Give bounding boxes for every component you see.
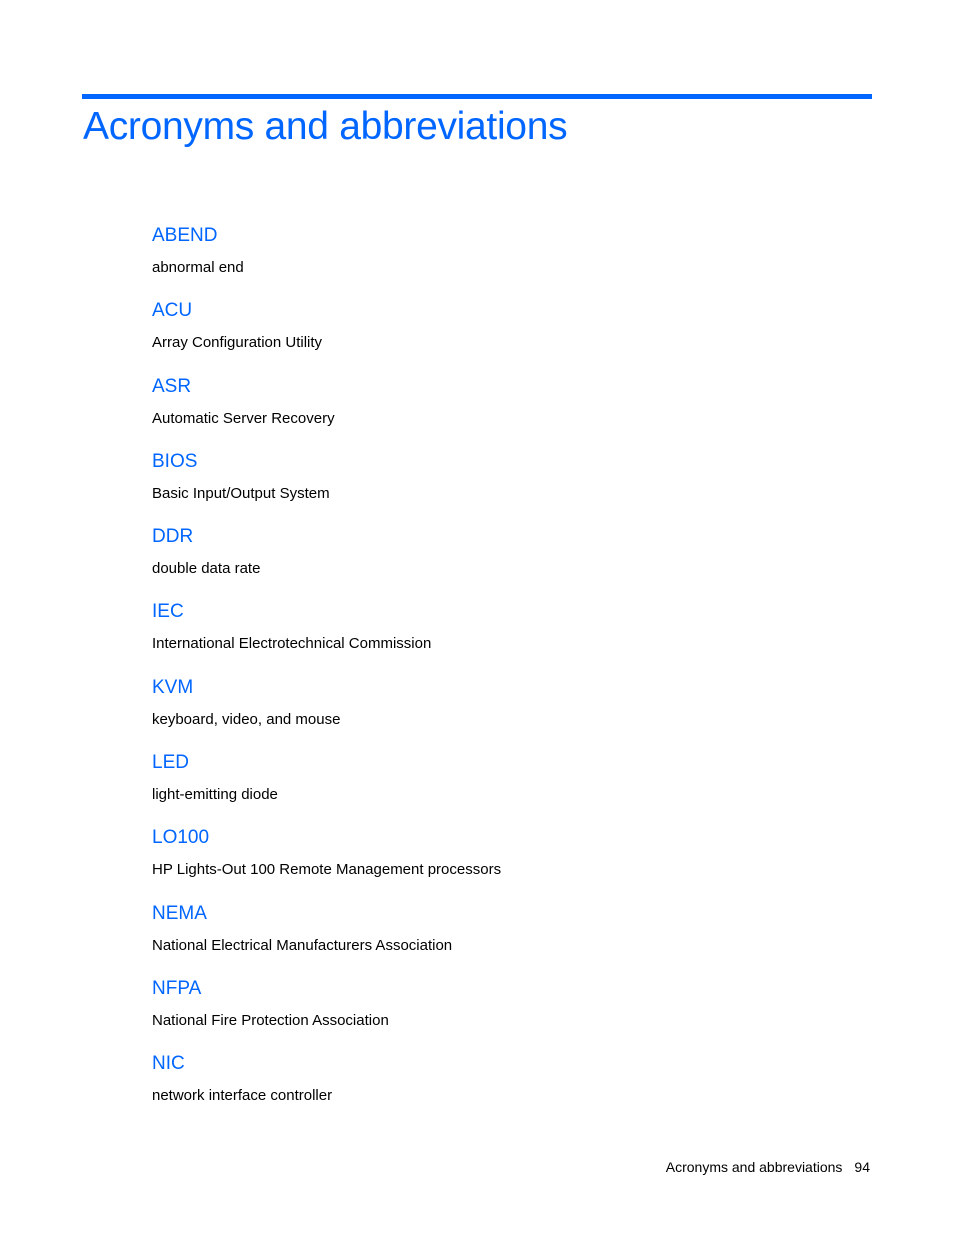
- acronym-definition: Automatic Server Recovery: [152, 409, 335, 427]
- acronym-definition: Array Configuration Utility: [152, 334, 323, 352]
- acronym-list: ABEND abnormal end ACU Array Configurati…: [152, 222, 852, 1126]
- acronym-definition: abnormal end: [152, 259, 244, 276]
- acronym-definition: double data rate: [152, 560, 261, 578]
- acronym-definition: network interface controller: [152, 1087, 333, 1105]
- acronym-entry: ABEND abnormal end: [152, 222, 852, 297]
- acronym-term: IEC: [152, 601, 184, 623]
- acronym-definition: International Electrotechnical Commissio…: [152, 635, 432, 653]
- acronym-term: LED: [152, 752, 189, 774]
- acronym-definition: National Electrical Manufacturers Associ…: [152, 936, 453, 954]
- acronym-term: NFPA: [152, 977, 202, 999]
- acronym-definition: Basic Input/Output System: [152, 484, 330, 502]
- acronym-entry: IEC International Electrotechnical Commi…: [152, 598, 852, 673]
- page-title: Acronyms and abbreviations: [83, 105, 568, 148]
- acronym-definition: light-emitting diode: [152, 786, 278, 804]
- page-number: 94: [854, 1159, 870, 1175]
- acronym-term: LO100: [152, 827, 210, 849]
- acronym-entry: LO100 HP Lights-Out 100 Remote Managemen…: [152, 824, 852, 899]
- acronym-entry: NIC network interface controller: [152, 1050, 852, 1125]
- page-footer: Acronyms and abbreviations 94: [666, 1157, 870, 1177]
- acronym-term: ASR: [152, 375, 192, 397]
- acronym-entry: KVM keyboard, video, and mouse: [152, 674, 852, 749]
- footer-section-title: Acronyms and abbreviations: [665, 1159, 843, 1175]
- acronym-entry: DDR double data rate: [152, 523, 852, 598]
- acronym-entry: ACU Array Configuration Utility: [152, 297, 852, 372]
- acronym-term: ACU: [152, 300, 193, 322]
- acronym-entry: ASR Automatic Server Recovery: [152, 373, 852, 448]
- acronym-definition: keyboard, video, and mouse: [152, 710, 341, 728]
- acronym-term: BIOS: [152, 450, 198, 472]
- acronym-term: NEMA: [152, 902, 207, 924]
- acronym-entry: LED light-emitting diode: [152, 749, 852, 824]
- acronym-definition: National Fire Protection Association: [152, 1011, 389, 1029]
- acronym-term: NIC: [152, 1053, 185, 1075]
- acronym-entry: NFPA National Fire Protection Associatio…: [152, 975, 852, 1050]
- title-rule: [82, 94, 872, 99]
- acronym-term: KVM: [152, 676, 194, 698]
- acronym-term: ABEND: [152, 225, 218, 246]
- acronym-entry: NEMA National Electrical Manufacturers A…: [152, 900, 852, 975]
- acronym-term: DDR: [152, 526, 194, 548]
- acronym-entry: BIOS Basic Input/Output System: [152, 448, 852, 523]
- acronym-definition: HP Lights-Out 100 Remote Management proc…: [152, 861, 502, 879]
